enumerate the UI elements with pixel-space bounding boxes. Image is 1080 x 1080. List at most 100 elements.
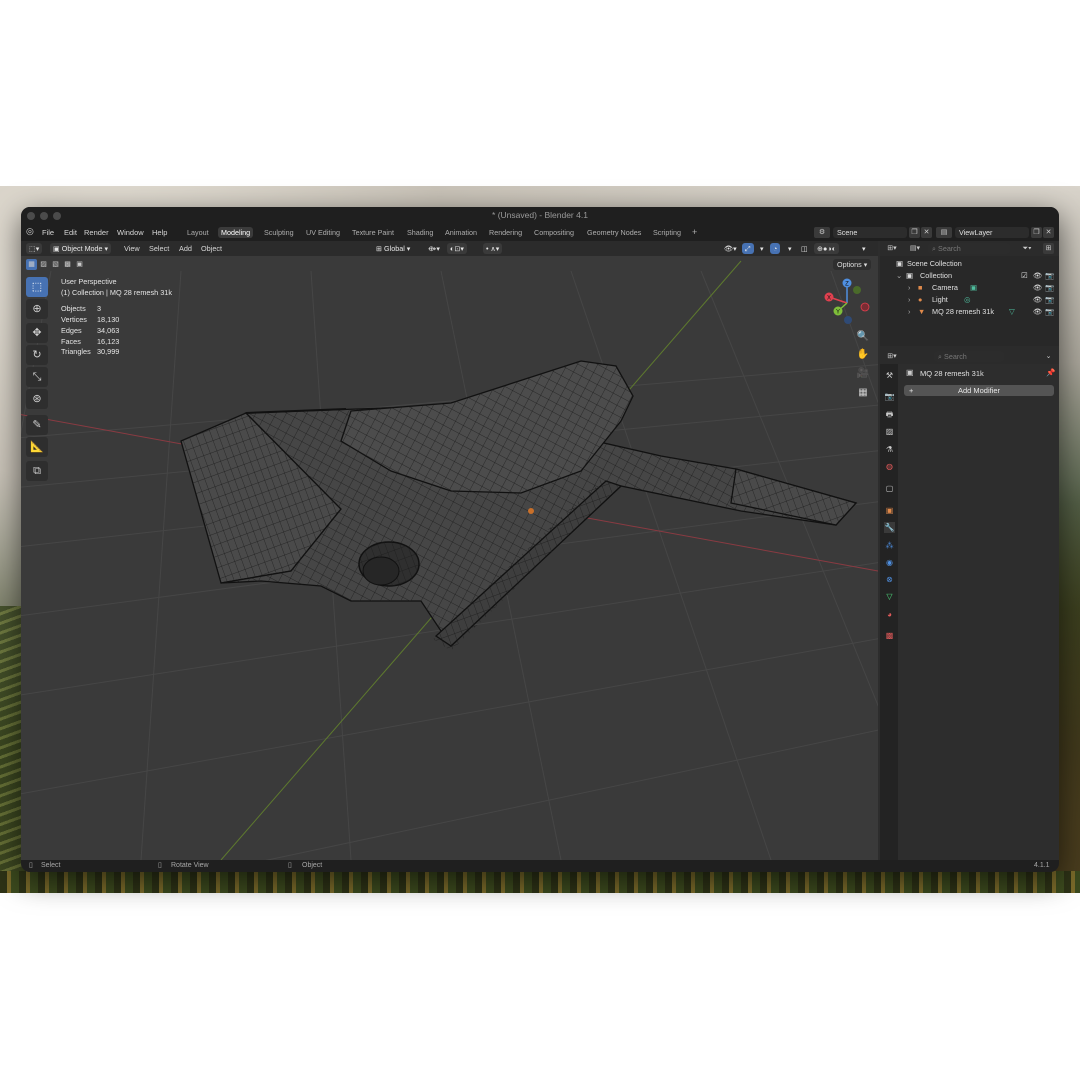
collapse-arrow-icon[interactable]: ⌄	[896, 270, 902, 281]
render-camera-icon[interactable]: 📷	[1045, 294, 1054, 305]
select-new-icon[interactable]: ▦	[26, 259, 37, 270]
zoom-icon[interactable]: 🔍	[855, 329, 871, 345]
render-camera-icon[interactable]: 📷	[1045, 270, 1054, 281]
tab-modeling[interactable]: Modeling	[218, 227, 254, 238]
move-tool-icon[interactable]: ✥	[26, 323, 48, 343]
camera-view-icon[interactable]: 🎥	[855, 366, 871, 382]
eye-icon[interactable]: 👁	[1033, 282, 1042, 293]
select-box-tool-icon[interactable]: ⬚	[26, 277, 48, 297]
new-view-layer-icon[interactable]: ❐	[1031, 227, 1042, 238]
display-mode-icon[interactable]: ▤▾	[907, 243, 923, 254]
scene-field[interactable]: Scene	[833, 227, 907, 238]
select-subtract-icon[interactable]: ▧	[50, 259, 61, 270]
delete-scene-icon[interactable]: ✕	[921, 227, 932, 238]
material-tab-icon[interactable]: ◕	[884, 609, 895, 620]
overlays-toggle-icon[interactable]: ◔	[770, 243, 781, 254]
blender-logo-icon[interactable]: ◎	[26, 226, 34, 237]
menu-select[interactable]: Select	[149, 244, 169, 253]
pin-icon[interactable]: 📌	[1046, 368, 1055, 377]
xray-toggle-icon[interactable]: ◫	[798, 243, 811, 254]
render-camera-icon[interactable]: 📷	[1045, 282, 1054, 293]
tab-scripting[interactable]: Scripting	[650, 227, 684, 238]
render-camera-icon[interactable]: 📷	[1045, 306, 1054, 317]
physics-tab-icon[interactable]: ◉	[884, 557, 895, 568]
tool-tab-icon[interactable]: ⚒	[884, 370, 895, 381]
shading-mode-icons[interactable]: ⊕●◑◐	[814, 243, 840, 254]
select-extend-icon[interactable]: ▨	[38, 259, 49, 270]
scale-tool-icon[interactable]: ⤡	[26, 367, 48, 387]
delete-view-layer-icon[interactable]: ✕	[1043, 227, 1054, 238]
filter-icon[interactable]: ⏷▾	[1018, 243, 1036, 254]
annotate-tool-icon[interactable]: ✎	[26, 415, 48, 435]
tab-compositing[interactable]: Compositing	[531, 227, 577, 238]
orientation-dropdown[interactable]: ⊞ Global ▾	[373, 243, 413, 254]
scene-tab-icon[interactable]: ⚗	[884, 444, 895, 455]
expand-arrow-icon[interactable]: ›	[908, 306, 910, 317]
add-workspace-button[interactable]: +	[689, 227, 700, 238]
gizmo-dropdown-icon[interactable]: ▾	[757, 243, 767, 254]
properties-options-icon[interactable]: ⌄	[1043, 351, 1054, 362]
shading-dropdown-icon[interactable]: ▾	[859, 243, 869, 254]
perspective-toggle-icon[interactable]: ▦	[855, 385, 871, 401]
add-modifier-button[interactable]: + Add Modifier	[904, 385, 1054, 396]
outliner-row-collection[interactable]: ⌄ ▣ Collection ☑ 👁 📷	[880, 270, 1059, 281]
world-tab-icon[interactable]: ◍	[884, 461, 895, 472]
view-layer-browse-icon[interactable]: ▤	[936, 227, 952, 238]
outliner-editor-type-icon[interactable]: ⊞▾	[884, 243, 900, 254]
menu-object[interactable]: Object	[201, 244, 222, 253]
collection-tab-icon[interactable]: ▢	[884, 483, 895, 494]
outliner-row-mesh[interactable]: › ▼ MQ 28 remesh 31k ▽ 👁 📷	[880, 306, 1059, 317]
tab-texture-paint[interactable]: Texture Paint	[349, 227, 397, 238]
view-layer-tab-icon[interactable]: ▨	[884, 426, 895, 437]
tab-geometry-nodes[interactable]: Geometry Nodes	[584, 227, 644, 238]
output-tab-icon[interactable]: 🖶	[884, 409, 895, 420]
outliner-search-input[interactable]: ⌕ Search	[928, 243, 1010, 254]
tab-sculpting[interactable]: Sculpting	[261, 227, 297, 238]
scene-browse-icon[interactable]: ⚙	[814, 227, 830, 238]
rotate-tool-icon[interactable]: ↻	[26, 345, 48, 365]
expand-arrow-icon[interactable]: ›	[908, 294, 910, 305]
pivot-point-icon[interactable]: ⟴▾	[425, 243, 443, 254]
tab-rendering[interactable]: Rendering	[486, 227, 525, 238]
menu-edit[interactable]: Edit	[64, 228, 77, 237]
tab-animation[interactable]: Animation	[442, 227, 480, 238]
expand-arrow-icon[interactable]: ›	[908, 282, 910, 293]
properties-search-input[interactable]: ⌕ Search	[934, 351, 1004, 362]
options-dropdown[interactable]: Options ▾	[833, 259, 872, 270]
measure-tool-icon[interactable]: 📐	[26, 437, 48, 457]
tab-uv-editing[interactable]: UV Editing	[303, 227, 343, 238]
proportional-editing-icon[interactable]: • ∧▾	[483, 243, 503, 254]
eye-icon[interactable]: 👁	[1033, 270, 1042, 281]
add-cube-tool-icon[interactable]: ⧉	[26, 461, 48, 481]
modifier-tab-icon[interactable]: 🔧	[884, 522, 895, 533]
transform-tool-icon[interactable]: ⊛	[26, 389, 48, 409]
menu-file[interactable]: File	[42, 228, 54, 237]
exclude-checkbox-icon[interactable]: ☑	[1021, 270, 1028, 281]
data-tab-icon[interactable]: ▽	[884, 591, 895, 602]
menu-view[interactable]: View	[124, 244, 140, 253]
new-scene-icon[interactable]: ❐	[909, 227, 920, 238]
properties-editor-type-icon[interactable]: ⊞▾	[884, 351, 900, 362]
object-mode-dropdown[interactable]: ▣ Object Mode ▾	[50, 243, 112, 254]
menu-render[interactable]: Render	[84, 228, 109, 237]
render-tab-icon[interactable]: 📷	[884, 391, 895, 402]
eye-icon[interactable]: 👁	[1033, 294, 1042, 305]
outliner-row-camera[interactable]: › ■ Camera ▣ 👁 📷	[880, 282, 1059, 293]
constraints-tab-icon[interactable]: ⊗	[884, 574, 895, 585]
menu-help[interactable]: Help	[152, 228, 167, 237]
particles-tab-icon[interactable]: ⁂	[884, 540, 895, 551]
gizmo-toggle-icon[interactable]: ⤢	[742, 243, 754, 254]
select-invert-icon[interactable]: ▩	[62, 259, 73, 270]
cursor-tool-icon[interactable]: ⊕	[26, 299, 48, 319]
overlays-dropdown-icon[interactable]: ▾	[785, 243, 795, 254]
object-tab-icon[interactable]: ▣	[884, 505, 895, 516]
pan-hand-icon[interactable]: ✋	[855, 347, 871, 363]
navigation-gizmo[interactable]: Z X Y	[821, 277, 873, 329]
texture-tab-icon[interactable]: ▩	[884, 630, 895, 641]
new-collection-icon[interactable]: ⊞	[1043, 243, 1054, 254]
outliner-row-scene-collection[interactable]: ▣ Scene Collection	[880, 258, 1059, 269]
outliner-row-light[interactable]: › ● Light ◎ 👁 📷	[880, 294, 1059, 305]
visibility-icon[interactable]: 👁▾	[721, 243, 740, 254]
view-layer-field[interactable]: ViewLayer	[955, 227, 1029, 238]
snap-icon[interactable]: ◐⊡▾	[447, 243, 467, 254]
